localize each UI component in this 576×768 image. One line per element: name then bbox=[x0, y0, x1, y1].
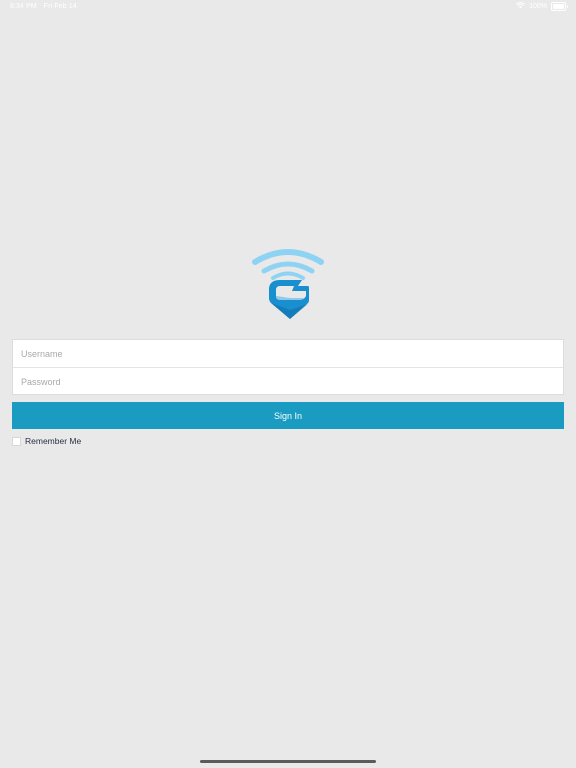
status-bar: 8:34 PM Fri Feb 14 100% bbox=[0, 0, 576, 14]
g-wifi-pin-logo-icon bbox=[252, 249, 324, 319]
battery-icon bbox=[551, 2, 568, 11]
remember-me-label: Remember Me bbox=[25, 436, 82, 446]
status-time: 8:34 PM bbox=[10, 3, 37, 10]
password-input[interactable] bbox=[13, 368, 563, 395]
sign-in-button[interactable]: Sign In bbox=[12, 402, 564, 429]
remember-me-toggle[interactable]: Remember Me bbox=[12, 436, 81, 446]
remember-me-checkbox[interactable] bbox=[12, 436, 21, 446]
wifi-icon bbox=[516, 2, 525, 11]
status-left: 8:34 PM Fri Feb 14 bbox=[10, 3, 77, 10]
login-form-card bbox=[12, 339, 564, 395]
login-screen: 8:34 PM Fri Feb 14 100% Username Sign In… bbox=[0, 0, 576, 768]
status-right: 100% bbox=[516, 2, 568, 11]
home-indicator[interactable] bbox=[200, 760, 376, 763]
battery-percent: 100% bbox=[529, 3, 547, 10]
username-input[interactable] bbox=[13, 340, 563, 367]
status-date: Fri Feb 14 bbox=[43, 3, 77, 10]
app-logo bbox=[250, 248, 326, 322]
